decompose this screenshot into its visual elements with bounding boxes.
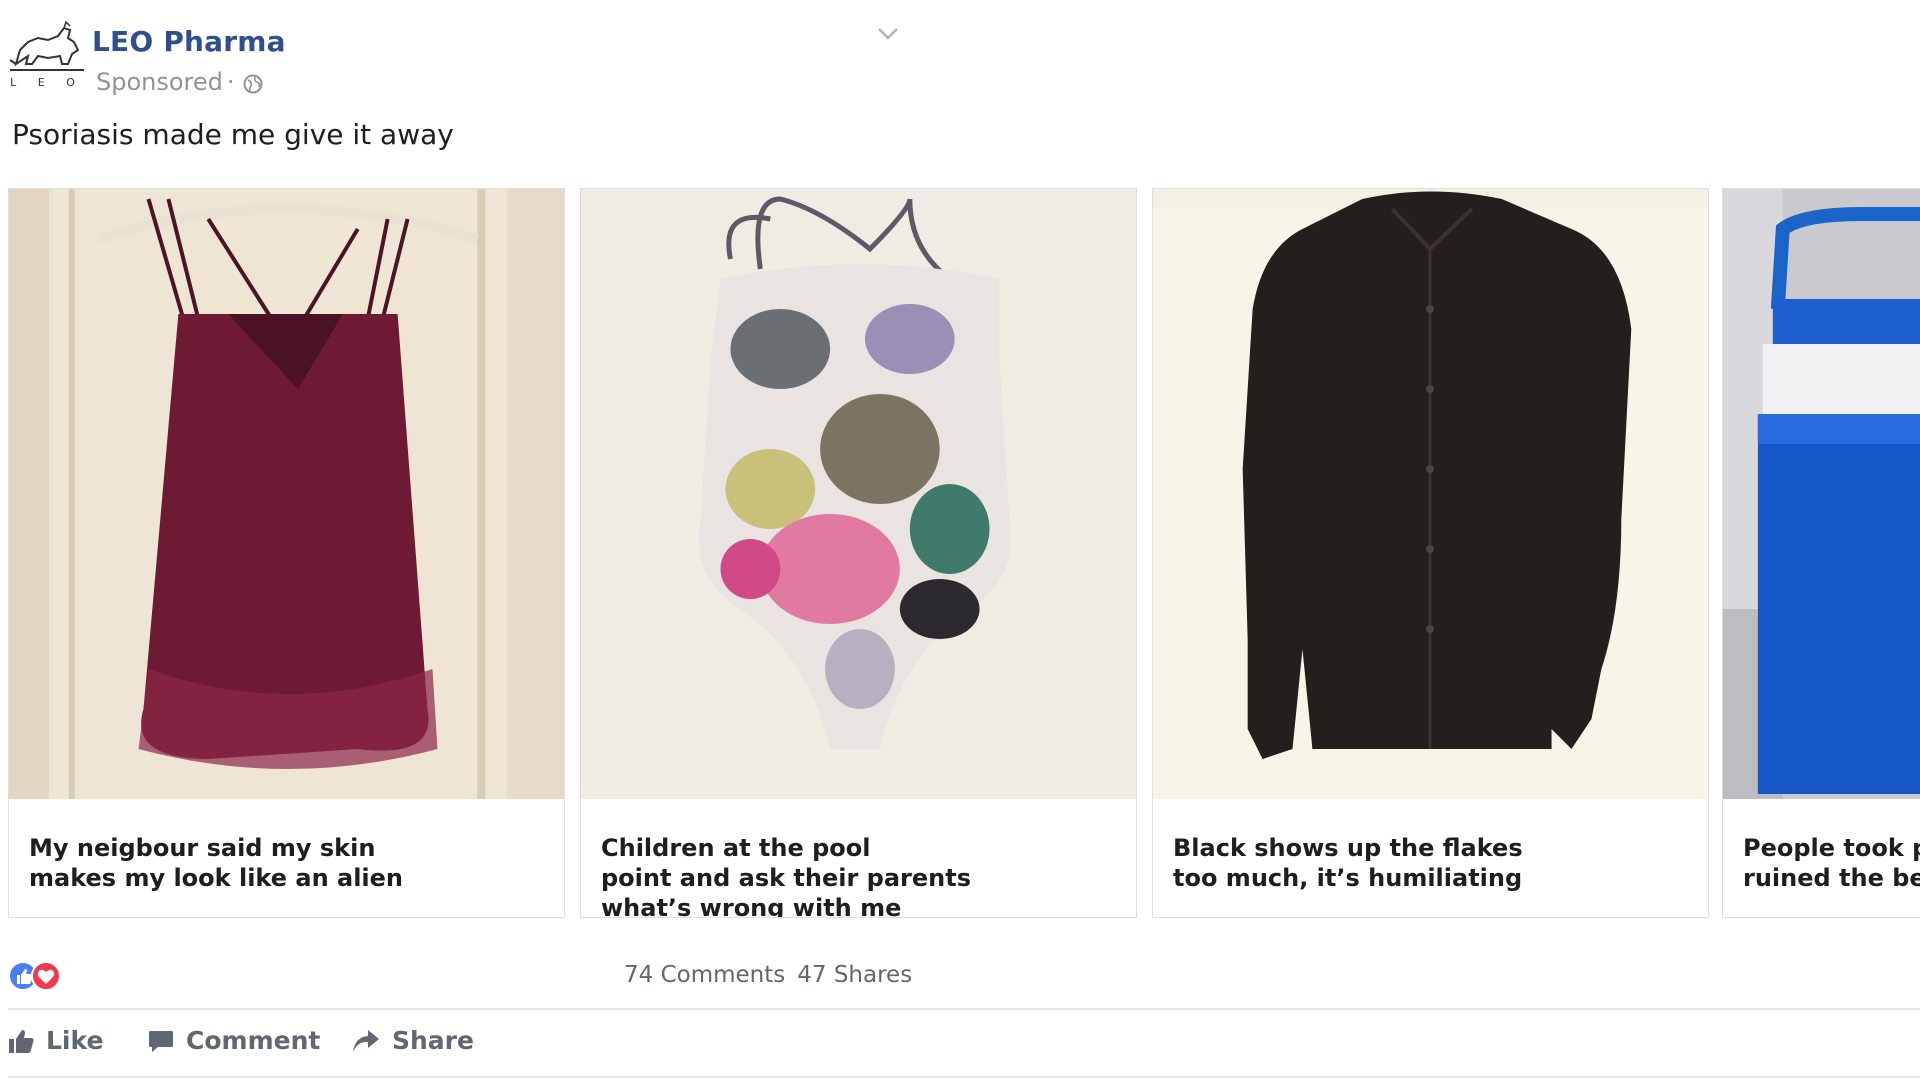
burgundy-camisole-photo[interactable] [9, 189, 564, 799]
carousel: My neigbour said my skin makes my look l… [0, 188, 1920, 928]
divider [8, 1008, 1920, 1010]
carousel-card[interactable]: Children at the pool point and ask their… [580, 188, 1137, 918]
sponsored-label[interactable]: Sponsored [96, 68, 223, 96]
blue-cooler-photo[interactable] [1723, 189, 1920, 799]
black-shirt-photo[interactable] [1153, 189, 1708, 799]
post-header: L E O LEO Pharma Sponsored · [0, 0, 1920, 110]
leo-lion-logo[interactable]: L E O [8, 20, 86, 90]
divider [8, 1076, 1920, 1078]
card-caption: People took pi ruined the bea [1743, 834, 1920, 892]
post-text: Psoriasis made me give it away [12, 118, 454, 151]
comment-label: Comment [186, 1026, 321, 1055]
card-caption: My neigbour said my skin makes my look l… [29, 834, 404, 892]
share-label: Share [392, 1026, 474, 1055]
logo-text: L E O [10, 76, 84, 89]
reactions-summary[interactable] [8, 960, 68, 992]
chevron-down-icon[interactable] [876, 26, 900, 42]
carousel-card[interactable]: People took pi ruined the bea [1722, 188, 1920, 918]
post-meta: Sponsored · [96, 68, 263, 96]
engagement-counts: 74 Comments 47 Shares [624, 962, 912, 988]
thumbs-up-icon [9, 1029, 34, 1053]
shares-count[interactable]: 47 Shares [797, 962, 912, 988]
page-name-link[interactable]: LEO Pharma [92, 25, 286, 58]
card-caption: Children at the pool point and ask their… [601, 834, 972, 918]
carousel-card[interactable]: My neigbour said my skin makes my look l… [8, 188, 565, 918]
meta-separator: · [226, 68, 235, 96]
card-caption: Black shows up the flakes too much, it’s… [1173, 834, 1523, 892]
share-button[interactable]: Share [352, 1026, 474, 1055]
share-arrow-icon [353, 1029, 379, 1052]
like-button[interactable]: Like [8, 1026, 103, 1055]
comment-bubble-icon [149, 1030, 173, 1052]
comments-count[interactable]: 74 Comments [624, 962, 785, 988]
action-bar: Like Comment Share [0, 1012, 1920, 1080]
comment-button[interactable]: Comment [148, 1026, 320, 1055]
carousel-card[interactable]: Black shows up the flakes too much, it’s… [1152, 188, 1709, 918]
like-label: Like [46, 1026, 104, 1055]
floral-swimsuit-photo[interactable] [581, 189, 1136, 799]
globe-icon [243, 74, 263, 94]
